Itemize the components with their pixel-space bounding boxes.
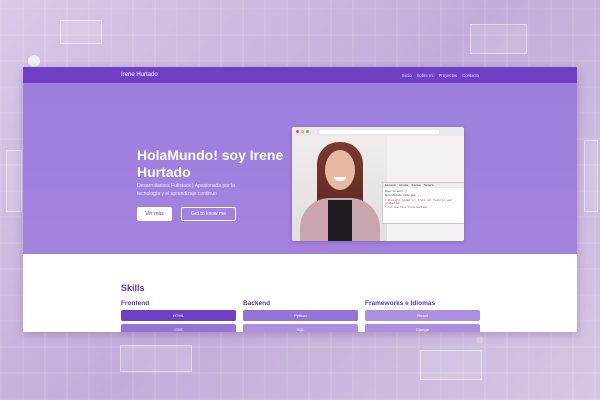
console-line: > let new hire Irene.Hurtado bbox=[385, 206, 428, 209]
get-to-know-me-button[interactable]: Get to know me bbox=[181, 207, 236, 221]
decorative-orb bbox=[27, 54, 41, 68]
skill-pill-django[interactable]: Django bbox=[365, 324, 480, 332]
portfolio-window: Irene Hurtado Inicio Sobre mí Proyectos … bbox=[23, 67, 577, 332]
nav-link-sobre-mi[interactable]: Sobre mí bbox=[417, 73, 434, 78]
column-heading: Frontend bbox=[121, 300, 150, 307]
close-dot-icon bbox=[296, 130, 299, 133]
console-tab: Sources bbox=[411, 184, 421, 187]
column-heading: Backend bbox=[243, 300, 271, 307]
nav-link-contacto[interactable]: Contacto bbox=[462, 73, 479, 78]
skills-column-backend: Backend Python SQL bbox=[243, 300, 358, 332]
console-line: > Uncaught TypeError: Irene not found in… bbox=[385, 198, 453, 205]
column-heading: Frameworks e Idiomas bbox=[365, 300, 436, 307]
hero-title: HolaMundo! soy Irene Hurtado bbox=[137, 147, 284, 180]
skills-title: Skills bbox=[121, 283, 145, 293]
nav-links: Inicio Sobre mí Proyectos Contacto bbox=[402, 73, 479, 78]
maximize-dot-icon bbox=[306, 130, 309, 133]
skill-pill-python[interactable]: Python bbox=[243, 310, 358, 321]
minimize-dot-icon bbox=[301, 130, 304, 133]
devtools-console: Elements Console Sources Network Open to… bbox=[382, 182, 464, 224]
profile-photo bbox=[292, 136, 387, 241]
mockup-body: Elements Console Sources Network Open to… bbox=[292, 136, 464, 241]
skill-pill-html[interactable]: HTML bbox=[121, 310, 236, 321]
console-tab: Elements bbox=[385, 184, 396, 187]
skill-pill-react[interactable]: React bbox=[365, 310, 480, 321]
hero-subtitle: Desarrolladora Fullstack | Apasionada po… bbox=[137, 183, 236, 197]
mockup-url-bar bbox=[319, 129, 439, 134]
skill-pill-css[interactable]: CSS bbox=[121, 324, 236, 332]
console-tab: Console bbox=[398, 184, 409, 187]
skills-column-frameworks: Frameworks e Idiomas React Django bbox=[365, 300, 480, 332]
console-line: Aprendiendo cada día ... bbox=[385, 194, 422, 197]
skill-pill-sql[interactable]: SQL bbox=[243, 324, 358, 332]
navbar: Irene Hurtado Inicio Sobre mí Proyectos … bbox=[23, 67, 577, 83]
skills-section: Skills Frontend HTML CSS Backend Python … bbox=[23, 254, 577, 332]
ver-mas-button[interactable]: Ver más bbox=[137, 207, 172, 221]
hero-section: HolaMundo! soy Irene Hurtado Desarrollad… bbox=[23, 83, 577, 254]
nav-link-proyectos[interactable]: Proyectos bbox=[439, 73, 458, 78]
brand-name[interactable]: Irene Hurtado bbox=[121, 72, 158, 78]
console-line: Open to work :) bbox=[385, 189, 408, 193]
nav-link-inicio[interactable]: Inicio bbox=[402, 73, 412, 78]
console-tab: Network bbox=[423, 184, 434, 187]
skills-column-frontend: Frontend HTML CSS bbox=[121, 300, 236, 332]
browser-mockup: Elements Console Sources Network Open to… bbox=[292, 127, 464, 241]
mockup-toolbar bbox=[292, 127, 464, 136]
